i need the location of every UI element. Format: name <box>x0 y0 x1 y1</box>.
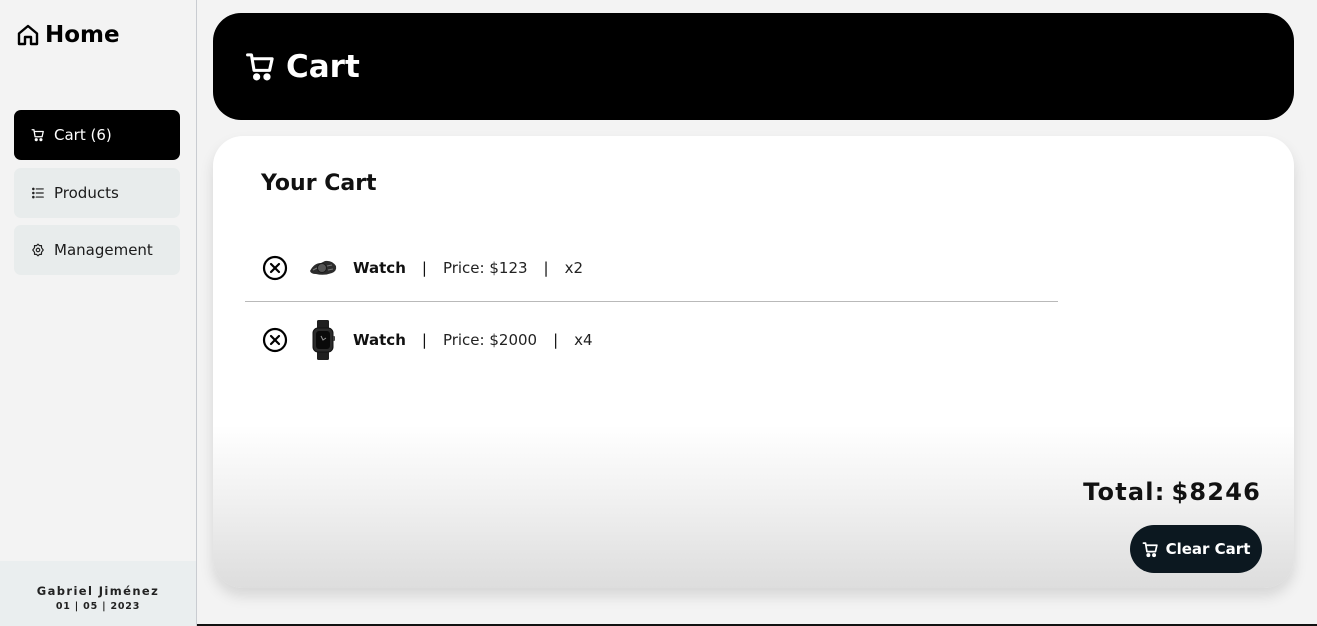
cart-panel: Your Cart Watch | Price: $123 | x2 Watch… <box>213 136 1294 588</box>
smartwatch-image <box>312 320 335 360</box>
sidebar: Home Cart (6) Products Management Gabrie… <box>0 0 197 626</box>
list-icon <box>32 187 44 199</box>
item-price: Price: $123 <box>442 258 528 277</box>
product-thumbnail <box>303 248 343 288</box>
footer-date: 01 | 05 | 2023 <box>55 601 141 612</box>
cart-icon <box>246 53 274 81</box>
remove-item-icon[interactable] <box>262 255 288 281</box>
item-quantity: x4 <box>574 331 593 349</box>
home-icon <box>17 24 39 46</box>
sidebar-item-cart[interactable]: Cart (6) <box>14 110 180 160</box>
item-name: Watch <box>353 258 406 277</box>
remove-item-icon[interactable] <box>262 327 288 353</box>
sidebar-item-management[interactable]: Management <box>14 225 180 275</box>
chain-watch-image <box>310 260 337 275</box>
cart-item: Watch | Price: $123 | x2 <box>245 234 1058 302</box>
item-price: Price: $2000 <box>442 331 538 349</box>
separator: | <box>421 331 427 349</box>
page-header: Cart <box>213 13 1294 120</box>
total-value: $8246 <box>1171 478 1261 506</box>
cart-heading: Your Cart <box>261 171 377 196</box>
sidebar-item-label: Products <box>54 184 119 202</box>
gear-icon <box>32 243 44 257</box>
separator: | <box>543 258 549 277</box>
cart-icon <box>1142 541 1158 557</box>
page-title: Cart <box>286 48 360 85</box>
cart-icon <box>31 129 44 142</box>
author-name: Gabriel Jiménez <box>36 584 160 598</box>
home-link[interactable]: Home <box>16 22 120 48</box>
clear-cart-button[interactable]: Clear Cart <box>1130 525 1262 573</box>
separator: | <box>553 331 559 349</box>
item-name: Watch <box>353 331 406 349</box>
sidebar-footer: Gabriel Jiménez 01 | 05 | 2023 <box>0 561 196 626</box>
cart-item: Watch | Price: $2000 | x4 <box>245 306 1058 374</box>
sidebar-item-products[interactable]: Products <box>14 168 180 218</box>
sidebar-item-label: Cart (6) <box>54 126 112 144</box>
separator: | <box>421 258 427 277</box>
sidebar-item-label: Management <box>54 241 153 259</box>
item-quantity: x2 <box>564 258 584 277</box>
clear-cart-label: Clear Cart <box>1165 540 1251 558</box>
cart-total: Total: $8246 <box>1083 478 1261 506</box>
product-thumbnail <box>303 320 343 360</box>
home-label: Home <box>45 22 120 48</box>
total-label: Total: <box>1083 478 1166 506</box>
